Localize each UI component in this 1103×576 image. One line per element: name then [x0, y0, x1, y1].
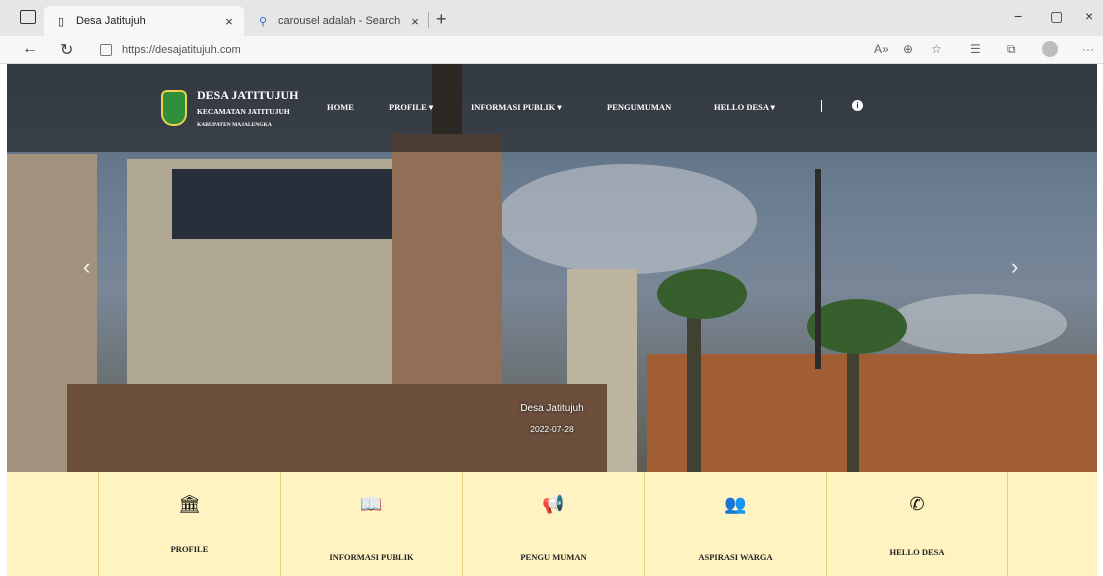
favorites-icon[interactable]: ☰	[970, 42, 981, 56]
menu-profile[interactable]: PROFILE ▾	[389, 102, 433, 113]
carousel-caption-date: 2022-07-28	[530, 424, 574, 434]
profile-icon[interactable]	[1042, 41, 1058, 57]
feature-boxes: 🏛 PROFILE 📖 INFORMASI PUBLIK 📢 PENGU MUM…	[7, 472, 1097, 576]
feature-profile[interactable]: 🏛 PROFILE	[98, 472, 280, 576]
close-tab-icon[interactable]: ×	[406, 14, 424, 29]
url-text: https://desajatitujuh.com	[122, 44, 241, 56]
brand-subtitle: KECAMATAN JATITUJUH	[197, 107, 290, 116]
tab-title: carousel adalah - Search	[278, 15, 401, 27]
minimize-button[interactable]: −	[1014, 8, 1022, 24]
address-bar: ← ↻ https://desajatitujuh.com A» ⊕ ☆ ☰ ⧉…	[0, 36, 1103, 64]
feature-label: PENGU MUMAN	[520, 552, 587, 562]
brand-name[interactable]: DESA JATITUJUH	[197, 88, 298, 103]
hero-carousel: DESA JATITUJUH KECAMATAN JATITUJUH KABUP…	[7, 64, 1097, 472]
village-logo[interactable]	[161, 90, 187, 126]
menu-divider	[821, 100, 822, 112]
feature-aspirasi-warga[interactable]: 👥 ASPIRASI WARGA	[644, 472, 826, 576]
collections-icon[interactable]: ⧉	[1007, 42, 1016, 57]
tab-search[interactable]: ⚲ carousel adalah - Search ×	[246, 6, 430, 36]
carousel-next-button[interactable]: ›	[1011, 254, 1018, 280]
new-tab-button[interactable]: +	[436, 9, 447, 30]
site-info-icon[interactable]	[100, 44, 112, 56]
close-window-button[interactable]: ×	[1085, 8, 1093, 24]
tab-separator	[428, 12, 429, 28]
browser-tab-bar: ▯ Desa Jatitujuh × ⚲ carousel adalah - S…	[0, 0, 1103, 36]
feature-informasi-publik[interactable]: 📖 INFORMASI PUBLIK	[280, 472, 462, 576]
carousel-caption-title: Desa Jatitujuh	[520, 403, 584, 414]
close-tab-icon[interactable]: ×	[220, 14, 238, 29]
read-aloud-icon[interactable]: A»	[874, 42, 889, 56]
menu-hello-desa[interactable]: HELLO DESA ▾	[714, 102, 775, 113]
page-icon: ▯	[57, 15, 65, 28]
phone-icon: ✆	[909, 494, 925, 514]
megaphone-icon: 📢	[542, 494, 565, 514]
tab-title: Desa Jatitujuh	[76, 15, 146, 27]
more-icon[interactable]: ···	[1082, 42, 1094, 56]
back-arrow-icon[interactable]: ←	[22, 40, 38, 58]
url-field[interactable]: https://desajatitujuh.com	[100, 39, 880, 61]
info-icon[interactable]: i	[852, 100, 863, 111]
menu-informasi-publik[interactable]: INFORMASI PUBLIK ▾	[471, 102, 562, 113]
refresh-icon[interactable]: ↻	[60, 40, 73, 60]
feature-label: INFORMASI PUBLIK	[329, 552, 414, 562]
zoom-icon[interactable]: ⊕	[903, 42, 913, 56]
users-icon: 👥	[724, 494, 747, 514]
tab-actions-icon[interactable]	[20, 10, 36, 24]
web-page: DESA JATITUJUH KECAMATAN JATITUJUH KABUP…	[0, 64, 1103, 576]
search-icon: ⚲	[258, 15, 268, 28]
institution-icon: 🏛	[178, 494, 201, 514]
feature-label: ASPIRASI WARGA	[698, 552, 773, 562]
carousel-prev-button[interactable]: ‹	[83, 254, 90, 280]
menu-pengumuman[interactable]: PENGUMUMAN	[607, 102, 671, 112]
tab-desa-jatitujuh[interactable]: ▯ Desa Jatitujuh ×	[44, 6, 244, 36]
favorite-add-icon[interactable]: ☆	[931, 42, 942, 56]
book-icon: 📖	[360, 494, 383, 514]
maximize-button[interactable]: ▢	[1050, 8, 1063, 25]
menu-home[interactable]: HOME	[327, 102, 354, 112]
brand-subtitle-2: KABUPATEN MAJALENGKA	[197, 122, 272, 128]
feature-hello-desa[interactable]: ✆ HELLO DESA	[826, 472, 1008, 576]
feature-label: HELLO DESA	[889, 547, 945, 557]
feature-pengumuman[interactable]: 📢 PENGU MUMAN	[462, 472, 644, 576]
site-navbar: DESA JATITUJUH KECAMATAN JATITUJUH KABUP…	[7, 64, 1097, 152]
feature-label: PROFILE	[170, 544, 209, 554]
